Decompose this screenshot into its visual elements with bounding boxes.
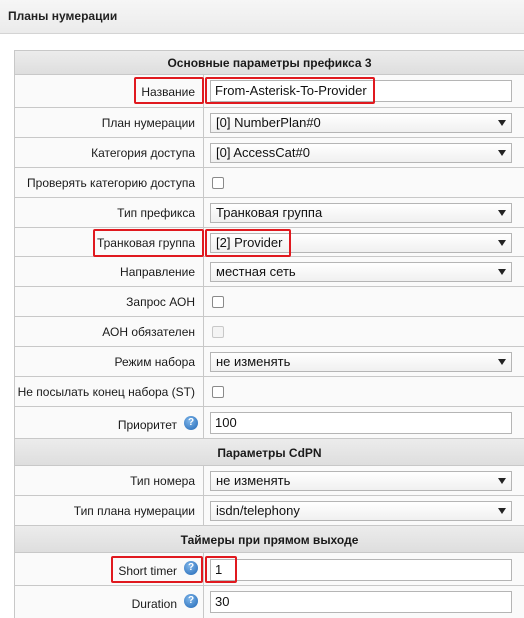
numbering-plan-select[interactable]: [0] NumberPlan#0 — [210, 113, 512, 133]
row-number-type: Тип номера не изменять — [15, 466, 524, 496]
row-priority: Приоритет ? 100 — [15, 407, 524, 439]
aon-request-checkbox[interactable] — [212, 296, 224, 308]
access-category-select[interactable]: [0] AccessCat#0 — [210, 143, 512, 163]
aon-required-label: АОН обязателен — [102, 325, 195, 339]
row-access-category: Категория доступа [0] AccessCat#0 — [15, 138, 524, 168]
section-title: Таймеры при прямом выходе — [180, 533, 359, 547]
chevron-down-icon — [498, 150, 506, 156]
row-numbering-plan-type: Тип плана нумерации isdn/telephony — [15, 496, 524, 526]
chevron-down-icon — [498, 120, 506, 126]
row-short-timer: Short timer ? 1 — [15, 553, 524, 586]
priority-input[interactable]: 100 — [210, 412, 512, 434]
chevron-down-icon — [498, 508, 506, 514]
help-circle-icon[interactable]: ? — [184, 416, 198, 430]
aon-required-checkbox[interactable] — [212, 326, 224, 338]
section-title: Основные параметры префикса 3 — [167, 56, 372, 70]
row-dial-mode: Режим набора не изменять — [15, 347, 524, 377]
section-header-main: Основные параметры префикса 3 — [15, 51, 524, 75]
short-timer-input[interactable]: 1 — [210, 559, 512, 581]
help-circle-icon[interactable]: ? — [184, 594, 198, 608]
row-direction: Направление местная сеть — [15, 257, 524, 287]
direction-select[interactable]: местная сеть — [210, 262, 512, 282]
chevron-down-icon — [498, 269, 506, 275]
row-check-access-category: Проверять категорию доступа — [15, 168, 524, 198]
short-timer-label: Short timer — [118, 564, 177, 578]
check-access-category-label: Проверять категорию доступа — [27, 176, 195, 190]
section-header-timers: Таймеры при прямом выходе — [15, 526, 524, 553]
row-no-end-of-dial: Не посылать конец набора (ST) — [15, 377, 524, 407]
aon-request-label: Запрос АОН — [126, 295, 195, 309]
help-circle-icon[interactable]: ? — [184, 561, 198, 575]
priority-label: Приоритет — [117, 418, 177, 432]
chevron-down-icon — [498, 478, 506, 484]
chevron-down-icon — [498, 210, 506, 216]
row-aon-required: АОН обязателен — [15, 317, 524, 347]
number-type-label: Тип номера — [130, 474, 195, 488]
numbering-plan-type-label: Тип плана нумерации — [73, 504, 195, 518]
page-header: Планы нумерации — [0, 0, 524, 34]
name-label: Название — [141, 85, 195, 99]
trunk-group-select[interactable]: [2] Provider — [210, 233, 512, 253]
row-duration: Duration ? 30 — [15, 586, 524, 618]
prefix-type-select[interactable]: Транковая группа — [210, 203, 512, 223]
row-numbering-plan: План нумерации [0] NumberPlan#0 — [15, 108, 524, 138]
direction-label: Направление — [120, 265, 195, 279]
name-input[interactable]: From-Asterisk-To-Provider — [210, 80, 512, 102]
section-header-cdpn: Параметры CdPN — [15, 439, 524, 466]
chevron-down-icon — [498, 359, 506, 365]
numbering-plan-type-select[interactable]: isdn/telephony — [210, 501, 512, 521]
chevron-down-icon — [498, 240, 506, 246]
no-end-of-dial-checkbox[interactable] — [212, 386, 224, 398]
page-title: Планы нумерации — [8, 9, 118, 23]
row-prefix-type: Тип префикса Транковая группа — [15, 198, 524, 228]
number-type-select[interactable]: не изменять — [210, 471, 512, 491]
dial-mode-select[interactable]: не изменять — [210, 352, 512, 372]
row-name: Название From-Asterisk-To-Provider — [15, 75, 524, 108]
trunk-group-label: Транковая группа — [96, 236, 195, 250]
row-aon-request: Запрос АОН — [15, 287, 524, 317]
section-title: Параметры CdPN — [217, 446, 322, 460]
access-category-label: Категория доступа — [91, 146, 195, 160]
numbering-plan-label: План нумерации — [101, 116, 195, 130]
dial-mode-label: Режим набора — [114, 355, 195, 369]
duration-label: Duration — [131, 597, 177, 611]
check-access-category-checkbox[interactable] — [212, 177, 224, 189]
duration-input[interactable]: 30 — [210, 591, 512, 613]
no-end-of-dial-label: Не посылать конец набора (ST) — [17, 385, 195, 399]
prefix-type-label: Тип префикса — [117, 206, 195, 220]
row-trunk-group: Транковая группа [2] Provider — [15, 228, 524, 257]
